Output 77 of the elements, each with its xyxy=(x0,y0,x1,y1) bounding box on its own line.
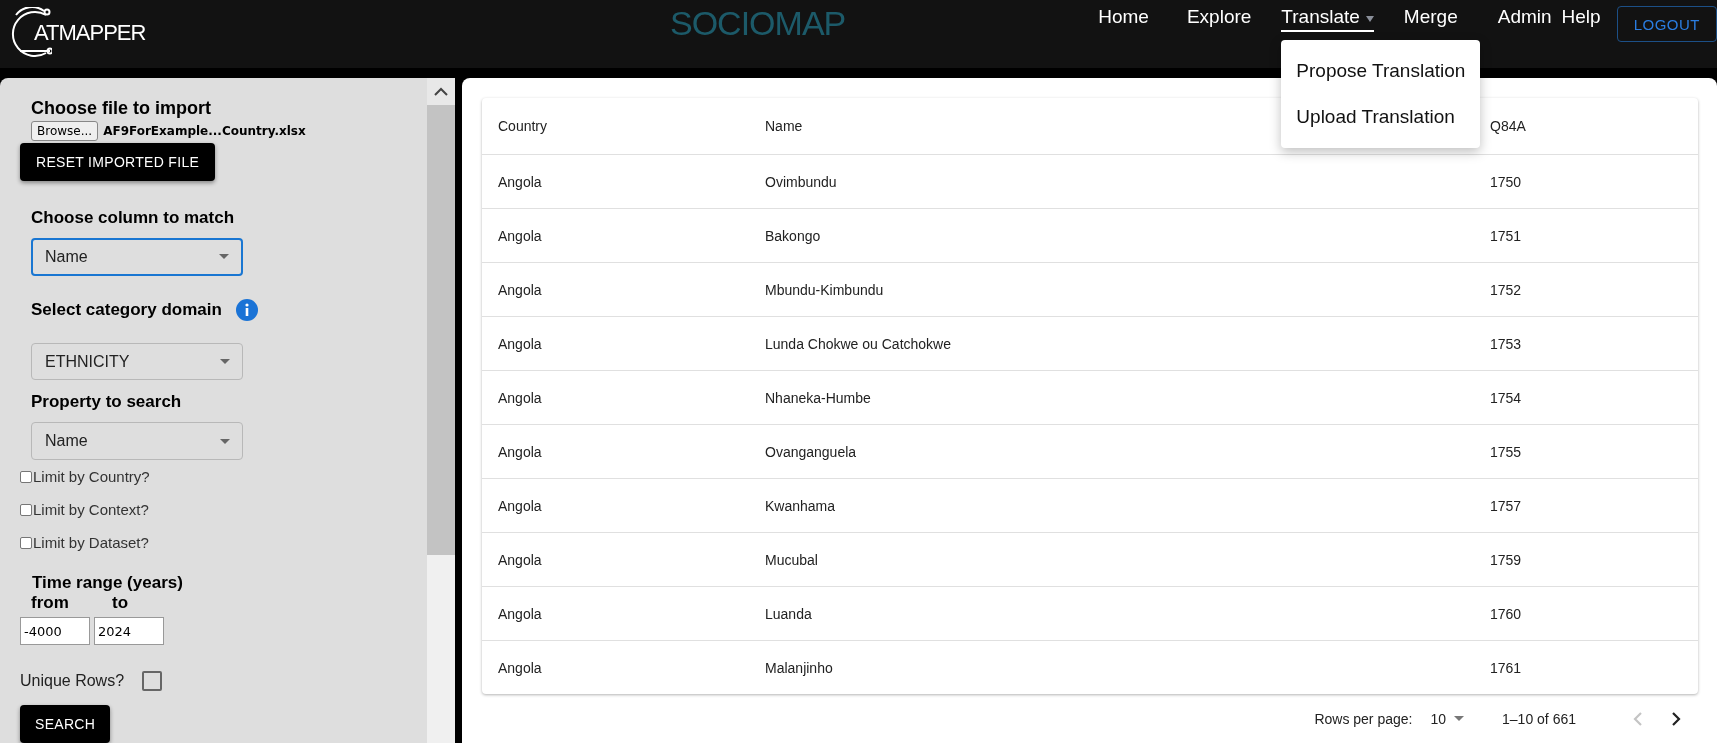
table-cell-text: 1752 xyxy=(1489,281,1523,298)
scroll-up-icon[interactable] xyxy=(434,87,448,96)
year-from-input[interactable]: -4000 xyxy=(20,617,90,645)
table-cell-text: Angola xyxy=(497,389,543,406)
select-dropdown[interactable]: Name xyxy=(31,238,243,276)
table-cell-text: 1759 xyxy=(1489,551,1523,568)
browse-button[interactable]: Browse... xyxy=(31,121,99,141)
caret-icon xyxy=(220,359,230,365)
section-title: Choose file to import xyxy=(31,98,211,119)
table-cell-text: 1754 xyxy=(1489,389,1523,406)
table-cell-text: 1750 xyxy=(1489,173,1523,190)
table-cell-text: Angola xyxy=(497,443,543,460)
checkbox[interactable] xyxy=(142,671,163,691)
table-cell-text: Kwanhama xyxy=(764,497,837,514)
table-cell-text: Angola xyxy=(497,173,543,190)
table-cell-text: Angola xyxy=(497,605,543,622)
reset-button[interactable]: RESET IMPORTED FILE xyxy=(20,143,216,181)
field-label: Time range (years) xyxy=(32,573,183,593)
field-label: Property to search xyxy=(31,392,182,413)
table-cell-text: 1757 xyxy=(1489,497,1523,514)
field-label: from xyxy=(31,593,70,613)
info-icon[interactable] xyxy=(235,298,258,321)
caret-icon xyxy=(219,254,229,260)
table-cell-text: 1761 xyxy=(1489,659,1523,676)
table-cell-text: Malanjinho xyxy=(764,659,834,676)
table-cell-text: 1753 xyxy=(1489,335,1523,352)
table-cell-text: Mucubal xyxy=(764,551,819,568)
table-cell-text: Bakongo xyxy=(764,227,822,244)
table-cell-text: Luanda xyxy=(764,605,813,622)
table-cell-text: Nhaneka-Humbe xyxy=(764,389,872,406)
checkbox[interactable] xyxy=(20,470,32,483)
chevron-right-icon[interactable] xyxy=(1671,710,1681,727)
table-cell-text: Mbundu-Kimbundu xyxy=(764,281,885,298)
table-cell-text: Lunda Chokwe ou Catchokwe xyxy=(764,335,952,352)
table-cell-text: Ovanganguela xyxy=(764,443,858,460)
logout-button[interactable]: LOGOUT xyxy=(1616,6,1717,42)
table-cell-text: Ovimbundu xyxy=(764,173,838,190)
page-range: 1–10 of 661 xyxy=(1502,710,1576,727)
field-label: Select category domain xyxy=(31,299,222,320)
field-label: to xyxy=(112,593,129,613)
column-header[interactable]: Country xyxy=(482,118,749,134)
table-cell-text: 1760 xyxy=(1489,605,1523,622)
rows-per-page-label: Rows per page: xyxy=(1314,710,1413,727)
table-cell-text: Angola xyxy=(497,281,543,298)
year-to-input[interactable]: 2024 xyxy=(94,617,164,645)
table-cell-text: Angola xyxy=(497,659,543,676)
select-dropdown[interactable]: ETHNICITY xyxy=(31,342,243,381)
table-cell-text: Angola xyxy=(497,551,543,568)
nav-link[interactable]: Admin xyxy=(1497,2,1552,30)
select-dropdown[interactable]: Name xyxy=(31,422,243,460)
brand-logo-text: SOCIOMAP xyxy=(670,4,846,43)
nav-link[interactable]: Merge xyxy=(1403,2,1458,30)
table-cell-text: Angola xyxy=(497,335,543,352)
checkbox-label: Unique Rows? xyxy=(20,672,125,690)
table-cell-text: 1755 xyxy=(1489,443,1523,460)
caret-icon xyxy=(1454,716,1465,721)
checkbox[interactable] xyxy=(20,536,32,549)
field-label: Choose column to match xyxy=(31,208,235,228)
caret-icon xyxy=(220,438,230,444)
nav-link[interactable]: Help xyxy=(1561,2,1601,30)
search-button[interactable]: SEARCH xyxy=(20,705,111,743)
nav-link[interactable]: Home xyxy=(1098,2,1149,30)
checkbox-label: Limit by Context? xyxy=(33,501,149,518)
menu-item[interactable]: Propose Translation xyxy=(1281,48,1481,94)
menu-item[interactable]: Upload Translation xyxy=(1281,94,1481,140)
table-cell-text: Angola xyxy=(497,497,543,514)
file-name: AF9ForExample...Country.xlsx xyxy=(103,124,306,138)
rows-per-page-select[interactable]: 10 xyxy=(1430,710,1465,727)
table-cell-text: 1751 xyxy=(1489,227,1523,244)
logo-text[interactable]: ATMAPPER xyxy=(34,20,146,46)
scrollbar-thumb[interactable] xyxy=(427,105,455,555)
checkbox-label: Limit by Dataset? xyxy=(33,534,149,551)
nav-link[interactable]: Explore xyxy=(1186,2,1252,30)
table-cell-text: Angola xyxy=(497,227,543,244)
checkbox-label: Limit by Country? xyxy=(33,468,150,485)
checkbox[interactable] xyxy=(20,503,32,516)
caret-icon xyxy=(1365,16,1374,22)
